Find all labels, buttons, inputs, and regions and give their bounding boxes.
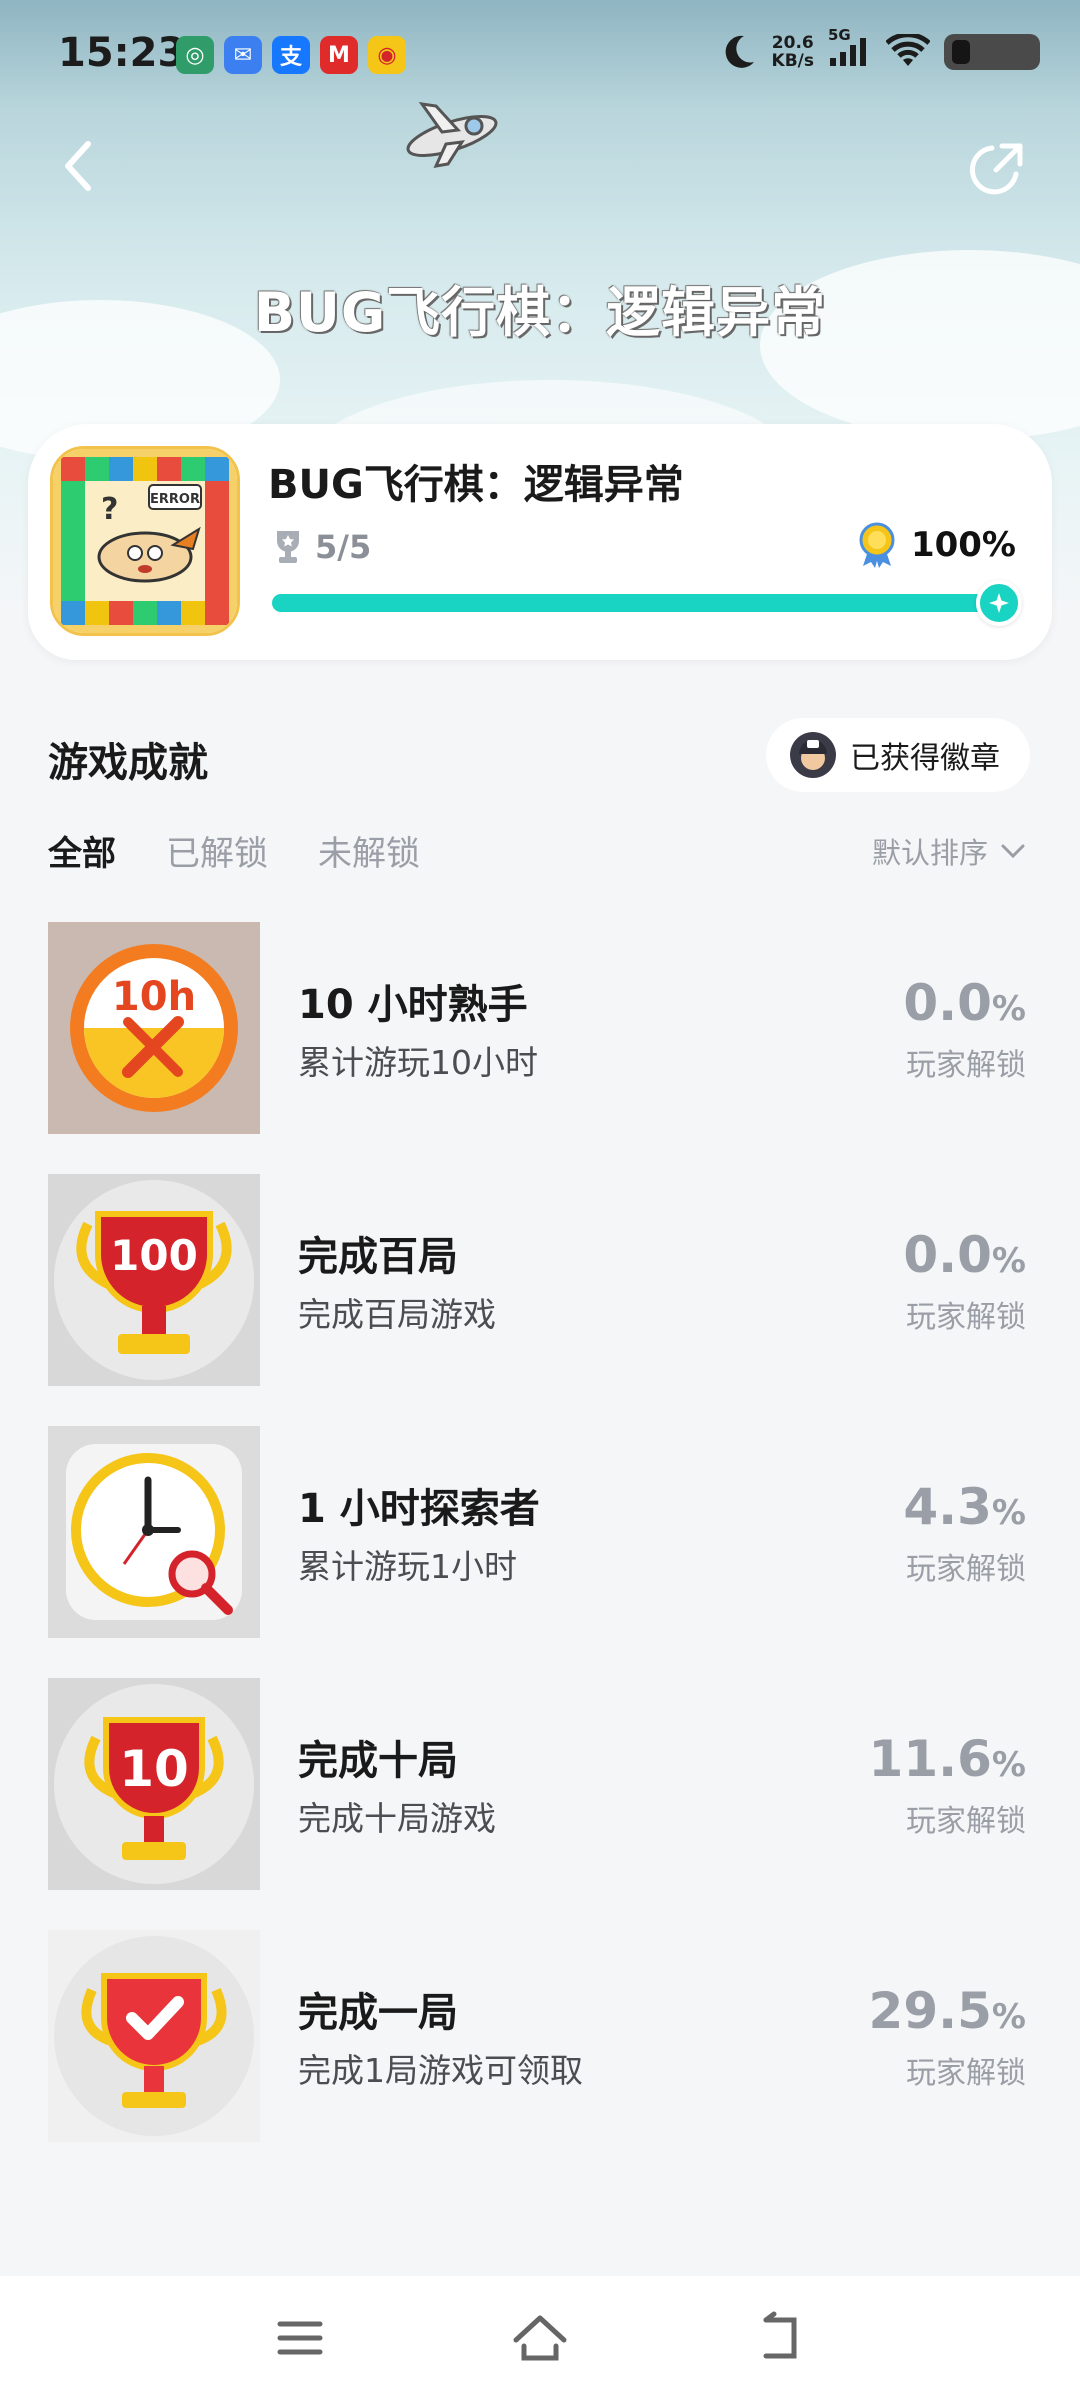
game-name: BUG飞行棋：逻辑异常 [268,462,684,508]
weibo-icon: ◉ [368,36,406,74]
achievement-filter-tabs: 全部 已解锁 未解锁 [48,826,420,875]
chevron-down-icon [1001,844,1025,859]
ten-hours-badge-text: 10h [112,974,196,1020]
unlock-label: 玩家解锁 [906,2056,1026,2091]
home-icon[interactable] [508,2306,572,2370]
wifi-icon [886,34,930,66]
achievement-name: 1 小时探索者 [298,1486,540,1532]
achievement-name: 10 小时熟手 [298,982,528,1028]
plane-icon [406,102,498,168]
menu-icon[interactable] [268,2306,332,2370]
trophy-icon [277,531,299,563]
unlock-label: 玩家解锁 [906,1048,1026,1083]
progress-star-icon [976,580,1022,626]
ten-hours-badge-icon: 10h [48,922,260,1134]
clock-magnifier-icon [48,1426,260,1638]
completion-progress-bar [272,580,1022,626]
achievement-item[interactable]: 完成一局 完成1局游戏可领取 29.5% 玩家解锁 [48,1930,1032,2182]
tab-all[interactable]: 全部 [48,826,116,875]
achievement-desc: 累计游玩10小时 [298,1043,538,1082]
metro-icon: M [320,36,358,74]
status-right: 20.6 KB/s 5G [718,26,1040,72]
signal-icon: 5G [828,26,872,72]
net-speed: 20.6 KB/s [771,33,814,71]
unlock-percent: 0.0% [903,1226,1026,1284]
share-button[interactable] [964,138,1028,202]
achievement-item[interactable]: 100 完成百局 完成百局游戏 0.0% 玩家解锁 [48,1174,1032,1426]
trophy-10-icon: 10 [48,1678,260,1890]
achievement-item[interactable]: 10h 10 小时熟手 累计游玩10小时 0.0% 玩家解锁 [48,922,1032,1174]
status-bar: 15:23 ◎ ✉ 支 M ◉ 20.6 KB/s 5G [0,0,1080,110]
trophy-check-icon [48,1930,260,2142]
game-cover-icon: ERROR ? [53,449,237,633]
unlock-percent: 29.5% [868,1982,1026,2040]
message-icon: ✉ [224,36,262,74]
svg-text:?: ? [101,492,118,527]
trophy-100-text: 100 [110,1231,198,1280]
unlock-label: 玩家解锁 [906,1552,1026,1587]
achievement-name: 完成十局 [298,1738,458,1784]
notification-icons: ◎ ✉ 支 M ◉ [176,36,406,74]
trophy-progress: 5/5 [273,528,371,566]
mobile-icon: ◎ [176,36,214,74]
game-summary-card[interactable]: ERROR ? BUG飞行棋：逻辑异常 5/5 100% [28,424,1052,660]
achievement-desc: 完成十局游戏 [298,1799,496,1838]
achievement-desc: 完成百局游戏 [298,1295,496,1334]
earned-badges-button[interactable]: 已获得徽章 [766,718,1030,792]
page-title: BUG飞行棋：逻辑异常 [253,281,827,344]
trophy-100-icon: 100 [48,1174,260,1386]
progress-fill [272,594,1022,612]
tab-unlocked[interactable]: 已解锁 [166,826,268,875]
achievement-item[interactable]: 1 小时探索者 累计游玩1小时 4.3% 玩家解锁 [48,1426,1032,1678]
medal-icon [859,522,895,568]
badge-avatar-icon [790,732,836,778]
unlock-percent: 11.6% [868,1730,1026,1788]
alipay-icon: 支 [272,36,310,74]
status-time: 15:23 [58,30,186,76]
trophy-10-text: 10 [119,1740,189,1798]
sort-dropdown[interactable]: 默认排序 [872,830,1026,872]
system-nav-bar [0,2276,1080,2400]
moon-icon [725,35,754,68]
svg-text:ERROR: ERROR [150,492,200,507]
unlock-label: 玩家解锁 [906,1804,1026,1839]
tab-locked[interactable]: 未解锁 [318,826,420,875]
achievement-list: 10h 10 小时熟手 累计游玩10小时 0.0% 玩家解锁 100 完成百局 … [48,922,1032,2182]
completion-percent: 100% [857,522,1016,568]
achievement-desc: 累计游玩1小时 [298,1547,517,1586]
back-button[interactable] [52,138,108,194]
achievement-desc: 完成1局游戏可领取 [298,2051,583,2090]
game-thumbnail[interactable]: ERROR ? [50,446,240,636]
achievement-name: 完成一局 [298,1990,458,2036]
achievement-item[interactable]: 10 完成十局 完成十局游戏 11.6% 玩家解锁 [48,1678,1032,1930]
unlock-percent: 0.0% [903,974,1026,1032]
unlock-percent: 4.3% [903,1478,1026,1536]
section-title: 游戏成就 [48,740,208,786]
achievement-name: 完成百局 [298,1234,458,1280]
unlock-label: 玩家解锁 [906,1300,1026,1335]
back-nav-icon[interactable] [748,2306,812,2370]
battery-icon [944,34,1040,70]
